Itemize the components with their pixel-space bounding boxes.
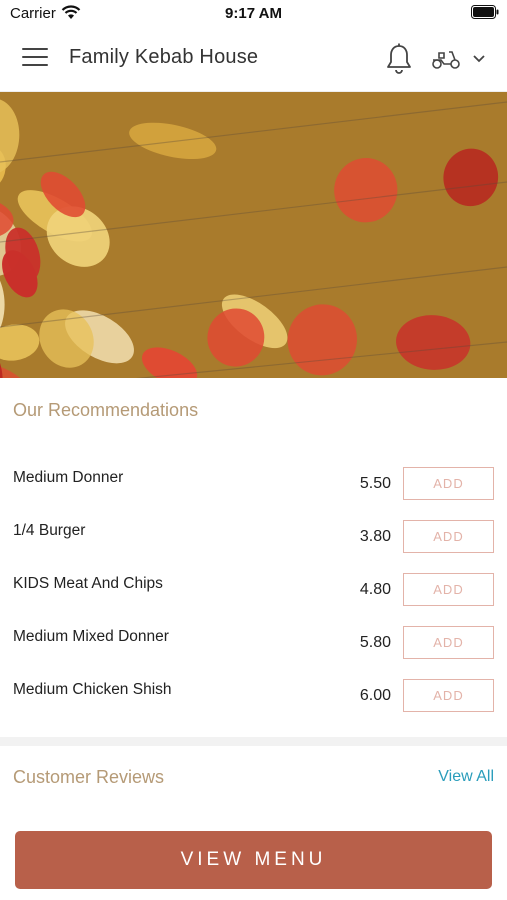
view-all-reviews-link[interactable]: View All xyxy=(438,768,494,786)
item-price: 3.80 xyxy=(359,528,391,545)
item-name: KIDS Meat And Chips xyxy=(13,575,163,592)
add-button[interactable]: ADD xyxy=(403,626,494,659)
kebab-skewers-image xyxy=(0,92,507,378)
view-menu-button[interactable]: VIEW MENU xyxy=(15,831,492,889)
bell-icon[interactable] xyxy=(385,43,413,75)
recommendation-row: Medium Mixed Donner 5.80 ADD xyxy=(0,626,507,679)
chevron-down-icon[interactable] xyxy=(472,54,486,64)
status-bar: Carrier 9:17 AM xyxy=(0,0,507,26)
hamburger-menu-icon[interactable] xyxy=(22,48,48,70)
recommendation-row: 1/4 Burger 3.80 ADD xyxy=(0,520,507,573)
add-button[interactable]: ADD xyxy=(403,573,494,606)
delivery-scooter-icon[interactable] xyxy=(430,48,462,70)
restaurant-title: Family Kebab House xyxy=(69,46,259,68)
item-price: 5.50 xyxy=(359,475,391,492)
hero-food-image xyxy=(0,92,507,378)
item-name: 1/4 Burger xyxy=(13,522,86,539)
recommendations-title: Our Recommendations xyxy=(13,400,199,420)
add-button[interactable]: ADD xyxy=(403,520,494,553)
app-header: Family Kebab House xyxy=(0,26,507,92)
item-price: 5.80 xyxy=(359,634,391,651)
add-button[interactable]: ADD xyxy=(403,679,494,712)
status-time: 9:17 AM xyxy=(225,5,282,22)
item-name: Medium Chicken Shish xyxy=(13,681,172,698)
item-name: Medium Mixed Donner xyxy=(13,628,169,645)
add-button[interactable]: ADD xyxy=(403,467,494,500)
item-price: 6.00 xyxy=(359,687,391,704)
section-divider xyxy=(0,737,507,746)
item-price: 4.80 xyxy=(359,581,391,598)
customer-reviews-title: Customer Reviews xyxy=(13,767,165,787)
battery-icon xyxy=(471,5,499,19)
recommendation-row: KIDS Meat And Chips 4.80 ADD xyxy=(0,573,507,626)
recommendation-row: Medium Donner 5.50 ADD xyxy=(0,467,507,520)
item-name: Medium Donner xyxy=(13,469,124,486)
recommendation-row: Medium Chicken Shish 6.00 ADD xyxy=(0,679,507,732)
